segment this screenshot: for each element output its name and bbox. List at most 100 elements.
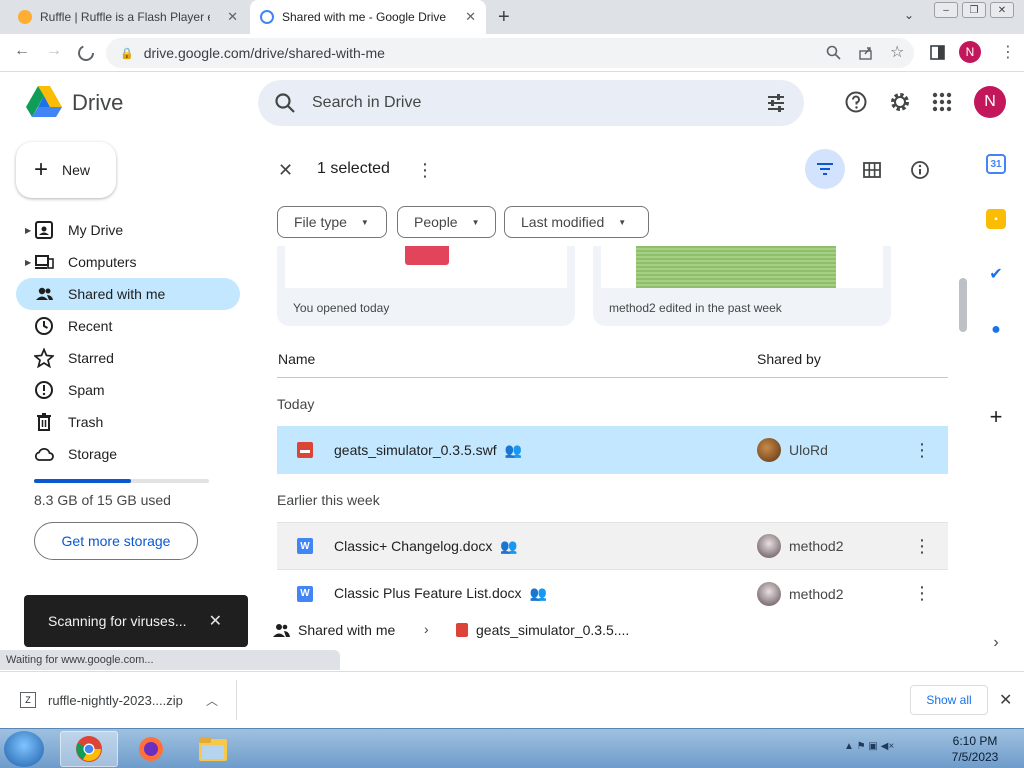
breadcrumb-shared-with-me[interactable]: Shared with me xyxy=(298,622,395,638)
search-options-icon[interactable] xyxy=(766,93,786,113)
drive-header: Drive N xyxy=(0,72,1024,134)
details-info-icon[interactable] xyxy=(910,160,930,180)
close-shelf-icon[interactable]: ✕ xyxy=(999,690,1012,710)
folder-icon xyxy=(199,737,227,761)
search-input[interactable] xyxy=(312,94,732,112)
more-actions-icon[interactable]: ⋮ xyxy=(416,160,434,181)
chrome-profile-avatar[interactable]: N xyxy=(959,41,981,63)
file-type-filter-chip[interactable]: File type ▼ xyxy=(277,206,387,238)
taskbar-explorer[interactable] xyxy=(184,731,242,767)
calendar-icon[interactable]: 31 xyxy=(986,154,1006,174)
shared-people-icon: 👥 xyxy=(500,537,518,554)
people-filter-chip[interactable]: People ▼ xyxy=(397,206,496,238)
chip-label: Last modified xyxy=(521,214,605,230)
help-icon[interactable] xyxy=(844,90,868,114)
row-more-icon[interactable]: ⋮ xyxy=(913,440,931,461)
close-window-icon[interactable]: ✕ xyxy=(990,2,1014,18)
toast-message: Scanning for viruses... xyxy=(48,613,187,629)
toast-notification: Scanning for viruses... ✕ xyxy=(24,595,248,647)
sidebar-item-computers[interactable]: ▶ Computers xyxy=(16,246,240,278)
browser-tab-drive[interactable]: Shared with me - Google Drive ✕ xyxy=(250,0,486,34)
tab-title: Shared with me - Google Drive xyxy=(282,10,447,24)
sidebar-item-my-drive[interactable]: ▶ My Drive xyxy=(16,214,240,246)
sidebar-item-label: My Drive xyxy=(68,222,124,238)
file-row[interactable]: ▬ geats_simulator_0.3.5.swf 👥 UloRd ⋮ xyxy=(277,426,948,474)
name-column-header[interactable]: Name xyxy=(278,351,315,367)
contacts-icon[interactable]: ● xyxy=(986,320,1006,340)
card-caption: method2 edited in the past week xyxy=(609,301,782,315)
sidebar-item-trash[interactable]: Trash xyxy=(16,406,240,438)
row-more-icon[interactable]: ⋮ xyxy=(913,536,931,557)
tasks-icon[interactable]: ✔ xyxy=(986,264,1006,284)
account-avatar[interactable]: N xyxy=(974,86,1006,118)
get-more-storage-button[interactable]: Get more storage xyxy=(34,522,198,560)
clear-selection-icon[interactable]: ✕ xyxy=(278,160,293,181)
breadcrumb: Shared with me › geats_simulator_0.3.5..… xyxy=(258,612,968,648)
drive-title[interactable]: Drive xyxy=(72,90,123,116)
new-tab-icon[interactable]: + xyxy=(498,6,510,29)
browser-tab-ruffle[interactable]: Ruffle | Ruffle is a Flash Player em ✕ xyxy=(8,0,248,34)
filter-view-button[interactable] xyxy=(805,149,845,189)
suggested-file-card[interactable]: method2 edited in the past week xyxy=(593,246,891,326)
sidebar-item-storage[interactable]: Storage xyxy=(16,438,240,470)
file-thumbnail xyxy=(285,246,567,288)
download-item[interactable]: ruffle-nightly-2023....zip xyxy=(48,693,183,708)
apps-grid-icon[interactable] xyxy=(930,90,954,114)
sidebar-item-shared-with-me[interactable]: Shared with me xyxy=(16,278,240,310)
row-more-icon[interactable]: ⋮ xyxy=(913,583,931,604)
file-row[interactable]: W Classic Plus Feature List.docx 👥 method… xyxy=(277,570,948,618)
sidebar-item-spam[interactable]: Spam xyxy=(16,374,240,406)
zoom-icon[interactable] xyxy=(826,45,841,60)
search-bar[interactable] xyxy=(258,80,804,126)
taskbar-firefox[interactable] xyxy=(122,731,180,767)
chevron-up-icon[interactable]: ︿ xyxy=(206,692,218,709)
shared-people-icon: 👥 xyxy=(529,585,547,601)
group-label-earlier: Earlier this week xyxy=(277,492,380,508)
sidebar-item-starred[interactable]: Starred xyxy=(16,342,240,374)
dropdown-arrow-icon: ▼ xyxy=(471,217,480,227)
recent-icon xyxy=(35,317,53,335)
lock-icon[interactable]: 🔒 xyxy=(120,47,134,60)
new-button[interactable]: + New xyxy=(16,142,116,198)
address-bar[interactable]: 🔒 drive.google.com/drive/shared-with-me xyxy=(106,38,914,68)
expand-panel-icon[interactable]: › xyxy=(986,633,1006,653)
share-icon[interactable] xyxy=(858,45,874,61)
file-name: Classic+ Changelog.docx 👥 xyxy=(334,538,518,555)
sidebar-item-recent[interactable]: Recent xyxy=(16,310,240,342)
file-name-text: Classic+ Changelog.docx xyxy=(334,537,493,554)
search-icon[interactable] xyxy=(274,92,296,114)
close-icon[interactable]: ✕ xyxy=(209,611,222,631)
user-avatar xyxy=(757,581,781,606)
file-row[interactable]: W Classic+ Changelog.docx 👥 method2 ⋮ xyxy=(277,522,948,570)
firefox-icon xyxy=(139,737,163,761)
close-tab-icon[interactable]: ✕ xyxy=(465,9,476,25)
drive-logo-icon[interactable] xyxy=(26,86,62,118)
restore-icon[interactable]: ❐ xyxy=(962,2,986,18)
last-modified-filter-chip[interactable]: Last modified ▼ xyxy=(504,206,649,238)
file-type-icon: ▬ xyxy=(297,442,313,458)
system-tray-icons[interactable]: ▲ ⚑ ▣ ◀× xyxy=(844,741,894,752)
expand-caret-icon[interactable]: ▶ xyxy=(25,258,31,267)
taskbar-clock[interactable]: 6:10 PM 7/5/2023 xyxy=(940,733,1010,765)
show-all-downloads-button[interactable]: Show all xyxy=(910,685,988,715)
bookmark-star-icon[interactable]: ☆ xyxy=(890,42,904,62)
side-panel-icon[interactable] xyxy=(930,45,945,60)
add-addon-icon[interactable]: + xyxy=(986,404,1006,429)
minimize-icon[interactable]: – xyxy=(934,2,958,18)
vertical-scrollbar[interactable] xyxy=(959,278,967,332)
back-icon[interactable]: ← xyxy=(14,42,30,60)
expand-caret-icon[interactable]: ▶ xyxy=(25,226,31,235)
taskbar-chrome[interactable] xyxy=(60,731,118,767)
start-button[interactable] xyxy=(4,731,44,767)
tab-search-icon[interactable]: ⌄ xyxy=(904,8,914,22)
chrome-menu-icon[interactable]: ⋮ xyxy=(1000,42,1016,62)
keep-icon[interactable]: ▪ xyxy=(986,209,1006,229)
loading-spinner-icon[interactable] xyxy=(77,44,95,62)
close-tab-icon[interactable]: ✕ xyxy=(227,9,238,25)
forward-icon[interactable]: → xyxy=(46,42,62,60)
breadcrumb-current-file[interactable]: geats_simulator_0.3.5.... xyxy=(476,622,629,638)
grid-view-icon[interactable] xyxy=(862,160,882,180)
file-list-header: Name Shared by xyxy=(277,340,948,378)
suggested-file-card[interactable]: You opened today xyxy=(277,246,575,326)
settings-gear-icon[interactable] xyxy=(888,90,912,114)
